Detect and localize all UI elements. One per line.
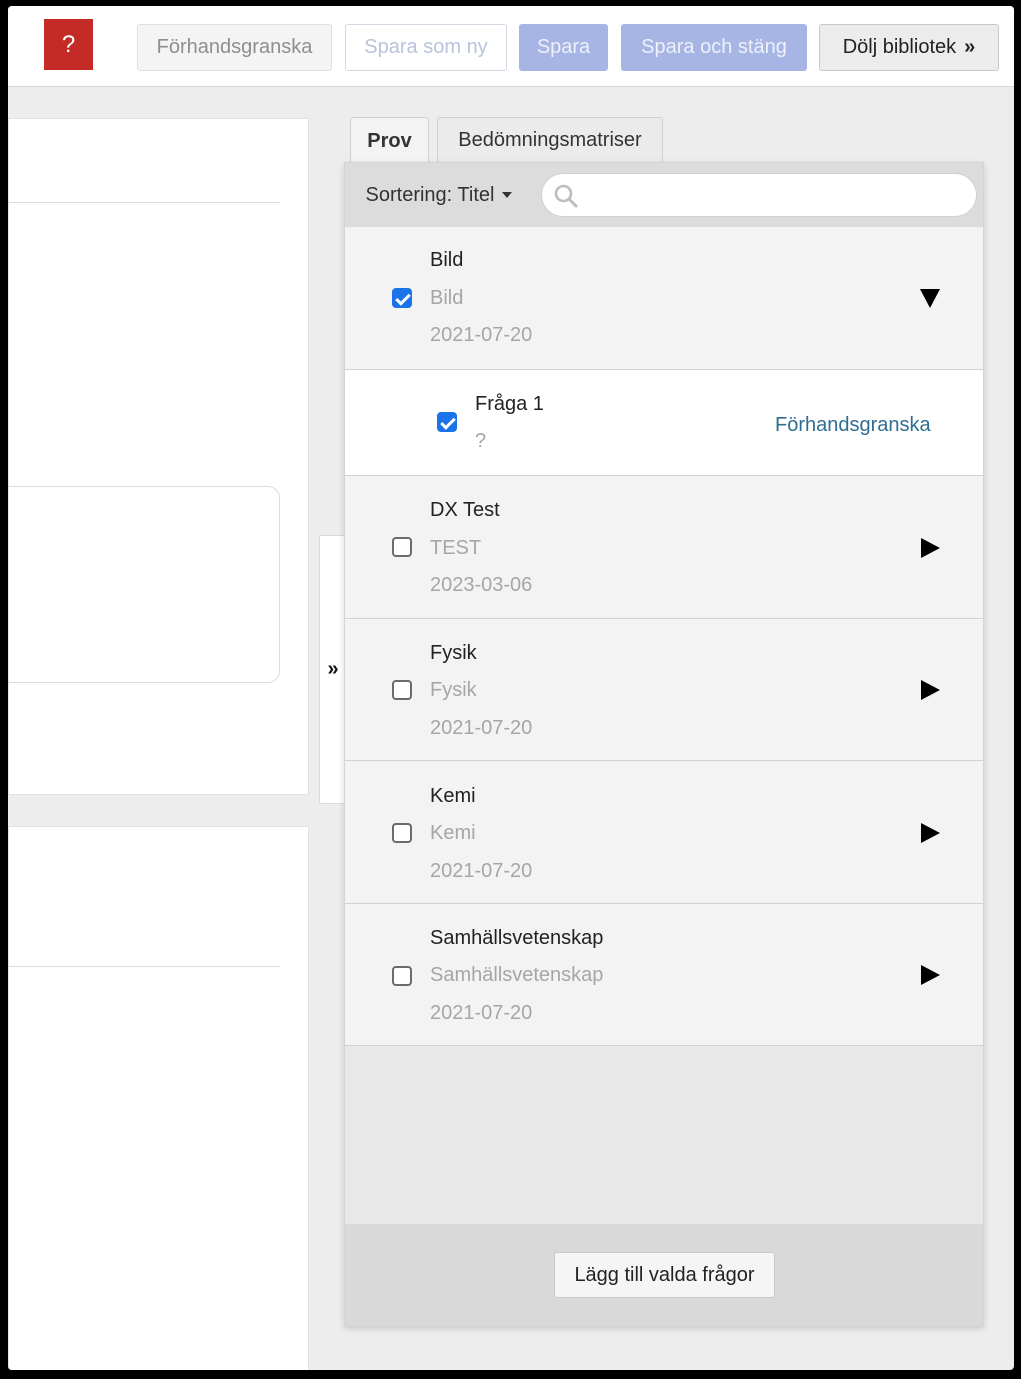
item-date: 2021-07-20 xyxy=(430,860,533,882)
search-input[interactable] xyxy=(588,180,968,212)
caret-down-icon xyxy=(502,192,513,198)
item-checkbox[interactable] xyxy=(392,966,412,986)
library-panel: Sortering: Titel Bild Bild 2021-07-20 Fr… xyxy=(344,162,984,1327)
item-checkbox[interactable] xyxy=(392,823,412,843)
expand-triangle-icon[interactable] xyxy=(921,823,940,843)
item-subtitle: Bild xyxy=(430,287,464,309)
editor-text-area[interactable] xyxy=(8,486,280,683)
save-and-close-button[interactable]: Spara och stäng xyxy=(621,24,807,71)
item-date: 2021-07-20 xyxy=(430,717,533,739)
editor-panel-bottom xyxy=(8,826,309,1370)
expand-triangle-icon[interactable] xyxy=(921,538,940,558)
tab-bedomningsmatriser[interactable]: Bedömningsmatriser xyxy=(437,117,663,163)
item-title: Samhällsvetenskap xyxy=(430,927,604,949)
item-subtitle: Samhällsvetenskap xyxy=(430,964,604,986)
item-checkbox[interactable] xyxy=(437,412,457,432)
list-item-samhallsvetenskap[interactable]: Samhällsvetenskap Samhällsvetenskap 2021… xyxy=(345,904,983,1046)
list-item-question[interactable]: Fråga 1 ? Förhandsgranska xyxy=(345,370,983,476)
library-header: Sortering: Titel xyxy=(345,163,983,227)
preview-link[interactable]: Förhandsgranska xyxy=(775,414,931,437)
divider xyxy=(9,966,280,967)
item-date: 2021-07-20 xyxy=(430,1002,533,1024)
item-checkbox[interactable] xyxy=(392,537,412,557)
tab-prov[interactable]: Prov xyxy=(350,117,429,165)
double-chevron-right-icon: » xyxy=(964,36,976,58)
top-toolbar: ? Förhandsgranska Spara som ny Spara Spa… xyxy=(8,6,1014,87)
collapse-library-handle[interactable]: » xyxy=(319,535,347,804)
item-date: 2021-07-20 xyxy=(430,324,533,346)
expand-triangle-icon[interactable] xyxy=(921,965,940,985)
item-date: 2023-03-06 xyxy=(430,574,533,596)
sort-dropdown[interactable]: Sortering: Titel xyxy=(345,163,533,227)
tab-label: Prov xyxy=(367,130,412,152)
preview-button[interactable]: Förhandsgranska xyxy=(137,24,332,71)
divider xyxy=(9,202,280,203)
item-title: Fysik xyxy=(430,642,477,664)
item-title: Bild xyxy=(430,249,464,271)
hide-library-button[interactable]: Dölj bibliotek » xyxy=(819,24,999,71)
hide-library-label: Dölj bibliotek xyxy=(842,36,957,58)
item-subtitle: ? xyxy=(475,430,487,452)
app-window: ? Förhandsgranska Spara som ny Spara Spa… xyxy=(8,6,1014,1370)
list-item-dx-test[interactable]: DX Test TEST 2023-03-06 xyxy=(345,476,983,619)
item-subtitle: Kemi xyxy=(430,822,476,844)
item-title: Kemi xyxy=(430,785,476,807)
sort-label: Sortering: Titel xyxy=(365,183,495,206)
list-item-kemi[interactable]: Kemi Kemi 2021-07-20 xyxy=(345,761,983,904)
item-checkbox[interactable] xyxy=(392,680,412,700)
item-subtitle: TEST xyxy=(430,537,482,559)
add-selected-questions-button[interactable]: Lägg till valda frågor xyxy=(554,1252,775,1298)
editor-panel-top xyxy=(8,118,309,795)
help-button[interactable]: ? xyxy=(44,19,93,70)
item-title: Fråga 1 xyxy=(475,393,544,415)
expand-triangle-icon[interactable] xyxy=(921,680,940,700)
library-footer: Lägg till valda frågor xyxy=(345,1224,983,1326)
search-box xyxy=(541,173,977,217)
double-chevron-right-icon: » xyxy=(327,658,339,680)
save-button[interactable]: Spara xyxy=(519,24,608,71)
save-as-new-button[interactable]: Spara som ny xyxy=(345,24,507,71)
tab-label: Bedömningsmatriser xyxy=(458,129,642,151)
list-item-bild[interactable]: Bild Bild 2021-07-20 xyxy=(345,227,983,370)
item-subtitle: Fysik xyxy=(430,679,477,701)
search-icon xyxy=(554,184,578,208)
collapse-triangle-icon[interactable] xyxy=(920,289,940,308)
item-title: DX Test xyxy=(430,499,500,521)
list-item-fysik[interactable]: Fysik Fysik 2021-07-20 xyxy=(345,619,983,761)
item-checkbox[interactable] xyxy=(392,288,412,308)
